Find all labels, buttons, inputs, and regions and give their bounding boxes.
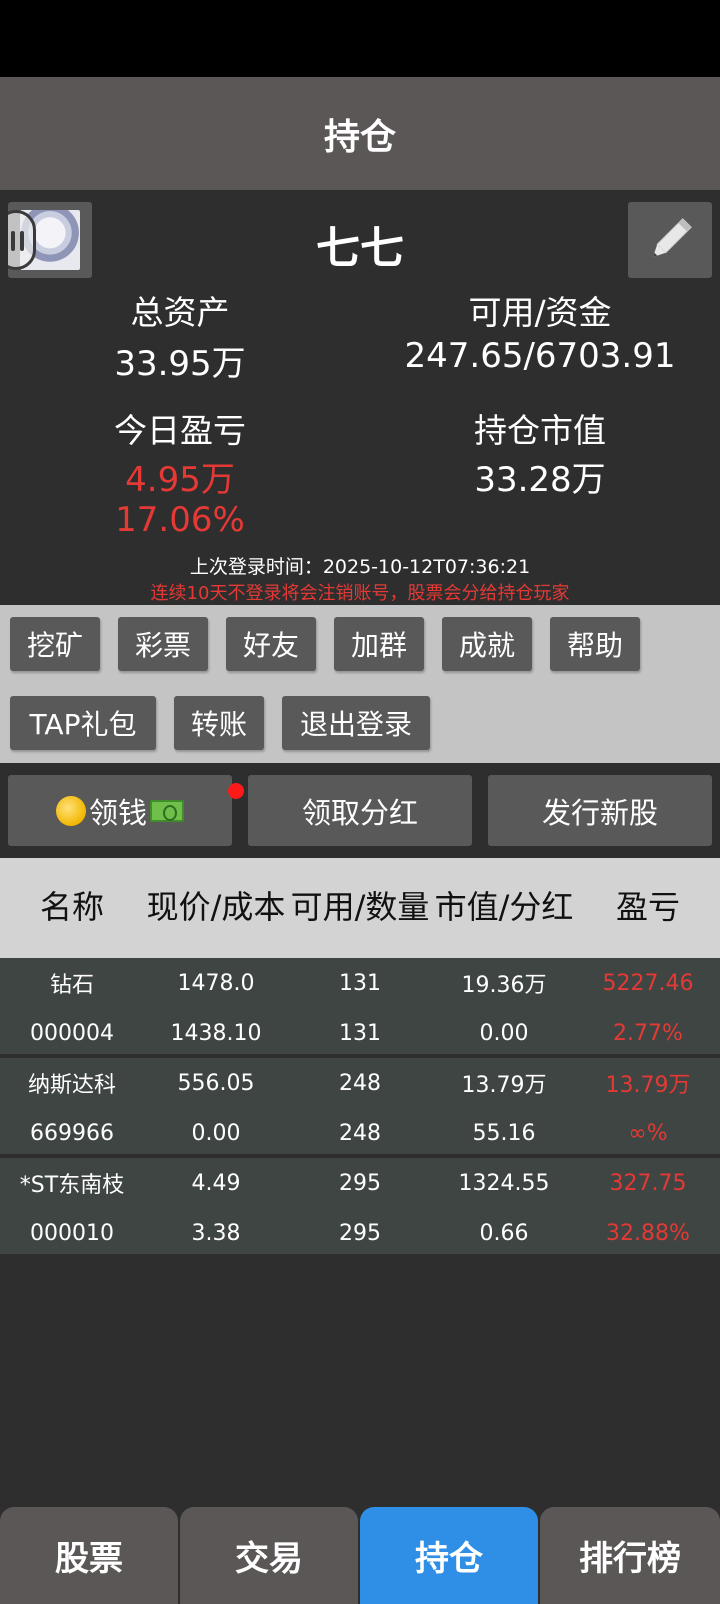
tab-ranking[interactable]: 排行榜: [540, 1507, 720, 1604]
profile-panel: 七七 总资产 33.95万 可用/资金 247.65/6703.91 今日盈亏 …: [0, 190, 720, 605]
stock-cost: 0.00: [191, 1120, 241, 1146]
stock-price: 556.05: [177, 1070, 255, 1096]
stock-name: 钻石: [49, 973, 94, 998]
stock-pnl-percent: ∞%: [628, 1120, 668, 1146]
last-login-time: 上次登录时间：2025-10-12T07:36:21: [189, 556, 531, 578]
stock-name: *ST东南枝: [19, 1173, 125, 1198]
stock-market-value: 19.36万: [461, 973, 547, 998]
stock-quantity: 295: [339, 1220, 381, 1246]
column-header-price-cost: 现价/成本: [146, 888, 286, 927]
tab-stocks[interactable]: 股票: [0, 1507, 178, 1604]
stock-quantity: 131: [339, 1020, 381, 1046]
stock-cost: 3.38: [191, 1220, 241, 1246]
logout-button[interactable]: 退出登录: [282, 696, 430, 750]
stock-pnl: 13.79万: [605, 1073, 691, 1098]
holdings-table-header: 名称 现价/成本 可用/数量 市值/分红 盈亏: [0, 858, 720, 958]
notification-dot: [228, 783, 244, 799]
join-group-button[interactable]: 加群: [334, 617, 424, 671]
mining-button[interactable]: 挖矿: [10, 617, 100, 671]
stock-market-value: 1324.55: [458, 1170, 550, 1196]
column-header-name: 名称: [39, 888, 104, 927]
achievements-button[interactable]: 成就: [442, 617, 532, 671]
help-button[interactable]: 帮助: [550, 617, 640, 671]
column-header-available-quantity: 可用/数量: [290, 888, 430, 927]
stock-dividend: 0.66: [479, 1220, 529, 1246]
transfer-button[interactable]: 转账: [174, 696, 264, 750]
column-header-value-dividend: 市值/分红: [434, 888, 574, 927]
available-funds-value: 247.65/6703.91: [404, 336, 676, 376]
market-value-label: 持仓市值: [474, 411, 606, 450]
stock-available: 248: [339, 1070, 381, 1096]
status-bar: [0, 0, 720, 77]
table-row[interactable]: *ST东南枝 4.49 295 1324.55 327.75 000010 3.…: [0, 1158, 720, 1258]
lottery-button[interactable]: 彩票: [118, 617, 208, 671]
stock-code: 669966: [30, 1120, 114, 1146]
action-bar: 领钱 领取分红 发行新股: [0, 763, 720, 858]
stock-name: 纳斯达科: [27, 1073, 116, 1098]
today-pnl-label: 今日盈亏: [114, 411, 246, 450]
stock-quantity: 248: [339, 1120, 381, 1146]
page-title: 持仓: [0, 77, 720, 190]
issue-stock-button[interactable]: 发行新股: [488, 775, 712, 846]
page-title-text: 持仓: [323, 116, 396, 158]
market-value-value: 33.28万: [474, 460, 606, 500]
collect-money-label: 领钱: [88, 795, 147, 830]
inactivity-warning: 连续10天不登录将会注销账号，股票会分给持仓玩家: [150, 583, 570, 604]
stock-cost: 1438.10: [170, 1020, 262, 1046]
stock-code: 000010: [30, 1220, 114, 1246]
dollar-bill-icon: [150, 799, 184, 822]
stock-pnl: 327.75: [609, 1170, 687, 1196]
stock-dividend: 0.00: [479, 1020, 529, 1046]
total-assets-value: 33.95万: [114, 344, 246, 384]
stock-pnl-percent: 2.77%: [613, 1020, 683, 1046]
tab-trade[interactable]: 交易: [180, 1507, 358, 1604]
feature-menu: 挖矿 彩票 好友 加群 成就 帮助 TAP礼包 转账 退出登录: [0, 605, 720, 763]
collect-dividend-button[interactable]: 领取分红: [248, 775, 472, 846]
coin-icon: [55, 795, 86, 826]
stock-available: 131: [339, 970, 381, 996]
edit-button[interactable]: [628, 202, 712, 278]
bottom-nav: 股票 交易 持仓 排行榜: [0, 1507, 720, 1604]
tab-holdings[interactable]: 持仓: [360, 1507, 538, 1604]
today-pnl-value: 4.95万: [125, 460, 235, 500]
collect-money-button[interactable]: 领钱: [8, 775, 244, 846]
holdings-list: 钻石 1478.0 131 19.36万 5227.46 000004 1438…: [0, 958, 720, 1258]
table-row[interactable]: 纳斯达科 556.05 248 13.79万 13.79万 669966 0.0…: [0, 1058, 720, 1158]
stock-available: 295: [339, 1170, 381, 1196]
tap-gift-button[interactable]: TAP礼包: [10, 696, 156, 750]
stock-pnl: 5227.46: [602, 970, 694, 996]
stock-price: 4.49: [191, 1170, 241, 1196]
table-row[interactable]: 钻石 1478.0 131 19.36万 5227.46 000004 1438…: [0, 958, 720, 1058]
available-funds-label: 可用/资金: [468, 293, 612, 332]
stock-dividend: 55.16: [472, 1120, 536, 1146]
stock-market-value: 13.79万: [461, 1073, 547, 1098]
pencil-icon: [653, 218, 692, 257]
today-pnl-percent: 17.06%: [115, 500, 245, 540]
friends-button[interactable]: 好友: [226, 617, 316, 671]
stock-price: 1478.0: [177, 970, 255, 996]
stock-pnl-percent: 32.88%: [606, 1220, 690, 1246]
column-header-pnl: 盈亏: [615, 888, 680, 927]
stock-code: 000004: [30, 1020, 114, 1046]
total-assets-label: 总资产: [130, 293, 230, 332]
nickname: 七七: [316, 223, 404, 274]
